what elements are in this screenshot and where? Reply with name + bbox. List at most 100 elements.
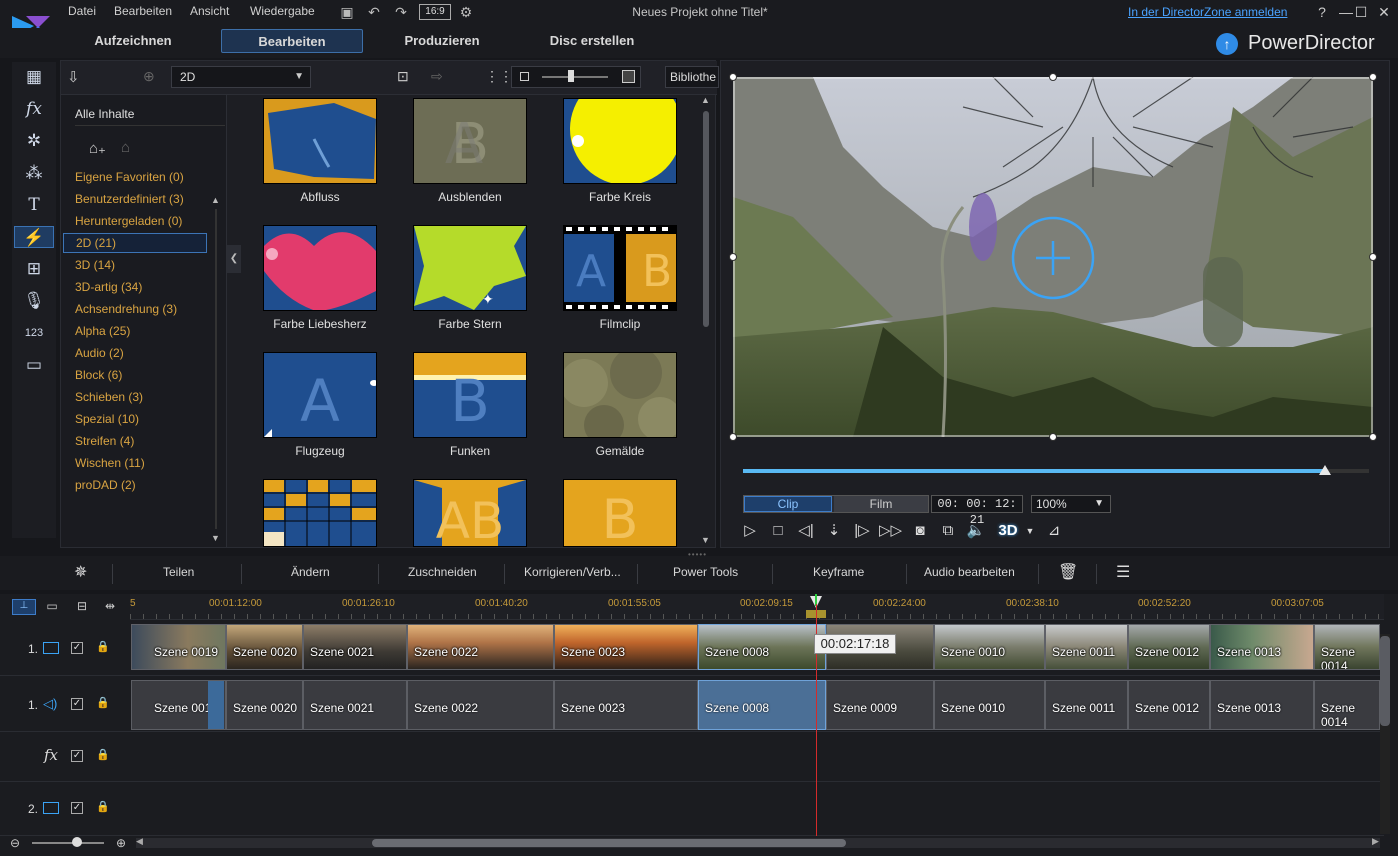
timeline-horizontal-scrollbar[interactable] bbox=[136, 838, 1380, 848]
scroll-right-icon[interactable]: ▶ bbox=[1372, 836, 1379, 847]
directorzone-login-link[interactable]: In der DirectorZone anmelden bbox=[1128, 5, 1287, 19]
track-manager-icon[interactable]: ⊟ bbox=[72, 599, 92, 615]
subtitle-room-icon[interactable]: ▭ bbox=[22, 354, 46, 376]
snapshot-camera-icon[interactable]: ◙ bbox=[909, 521, 931, 541]
tab-aufzeichnen[interactable]: Aufzeichnen bbox=[72, 29, 194, 53]
collapse-panel-button[interactable]: ❮ bbox=[227, 245, 241, 273]
audio-clip[interactable]: Szene 0011 bbox=[1045, 680, 1128, 730]
menu-wiedergabe[interactable]: Wiedergabe bbox=[250, 4, 315, 18]
audio-clip[interactable]: Szene 0012 bbox=[1128, 680, 1210, 730]
aspect-ratio-dropdown[interactable]: 16:9 bbox=[419, 4, 451, 20]
video-clip[interactable]: Szene 0012 bbox=[1128, 624, 1210, 670]
preview-video-frame[interactable] bbox=[733, 77, 1373, 437]
title-room-icon[interactable]: T bbox=[22, 194, 46, 216]
chapter-room-icon[interactable]: 123 bbox=[22, 322, 46, 344]
fit-timeline-icon[interactable]: ⇹ bbox=[100, 599, 120, 615]
resize-handle[interactable] bbox=[729, 253, 737, 261]
category-item[interactable]: Heruntergeladen (0) bbox=[75, 214, 182, 228]
audio-clip[interactable]: Szene 0010 bbox=[934, 680, 1045, 730]
fix-enhance-button[interactable]: Korrigieren/Verb... bbox=[524, 565, 621, 579]
menu-datei[interactable]: Datei bbox=[68, 4, 96, 18]
category-item[interactable]: Schieben (3) bbox=[75, 390, 143, 404]
undock-preview-icon[interactable]: ⧉ bbox=[937, 521, 959, 541]
previous-frame-icon[interactable]: ◁| bbox=[795, 521, 817, 541]
timeline-zoom-slider[interactable] bbox=[32, 842, 104, 844]
import-icon[interactable]: ⇩ bbox=[67, 68, 80, 86]
fast-forward-icon[interactable]: ▷▷ bbox=[879, 521, 902, 541]
magic-tools-icon[interactable]: ✵ bbox=[74, 562, 87, 582]
video-clip[interactable]: Szene 0020 bbox=[226, 624, 303, 670]
video-clip[interactable]: Szene 0011 bbox=[1045, 624, 1128, 670]
audio-clip-selected[interactable]: Szene 0008 bbox=[698, 680, 826, 730]
video-clip[interactable]: Szene 0023 bbox=[554, 624, 698, 670]
directorzone-globe-icon[interactable]: ⊕ bbox=[143, 68, 155, 85]
clip-mode-button[interactable]: Clip bbox=[744, 496, 832, 512]
timecode-display[interactable]: 00: 00: 12: 21 bbox=[931, 495, 1023, 527]
zoom-out-icon[interactable]: ⊖ bbox=[10, 836, 20, 850]
library-menu-button[interactable]: Bibliothe bbox=[665, 66, 719, 88]
track-enable-checkbox[interactable]: ✓ bbox=[71, 750, 83, 762]
trash-icon[interactable]: 🗑 bbox=[1058, 562, 1078, 582]
transition-thumb-row4-1[interactable] bbox=[264, 480, 376, 546]
timeline-zoom-knob[interactable] bbox=[72, 837, 82, 847]
video-clip[interactable]: Szene 0010 bbox=[934, 624, 1045, 670]
video-clip[interactable]: Szene 0019 bbox=[131, 624, 226, 670]
resize-handle[interactable] bbox=[1369, 73, 1377, 81]
transition-thumb-farbe-liebesherz[interactable] bbox=[264, 226, 376, 310]
track-enable-checkbox[interactable]: ✓ bbox=[71, 802, 83, 814]
scroll-down-icon[interactable]: ▼ bbox=[701, 535, 710, 545]
timeline-vertical-scrollbar[interactable] bbox=[1380, 634, 1390, 834]
category-item[interactable]: 3D-artig (34) bbox=[75, 280, 142, 294]
video-clip[interactable]: Szene 0014 bbox=[1314, 624, 1380, 670]
transition-thumb-row4-3[interactable]: B bbox=[564, 480, 676, 546]
audio-mixing-room-icon[interactable]: ⊞ bbox=[22, 258, 46, 280]
category-item[interactable]: Audio (2) bbox=[75, 346, 124, 360]
tab-disc-erstellen[interactable]: Disc erstellen bbox=[530, 29, 654, 53]
audio-clip[interactable]: Szene 0022 bbox=[407, 680, 554, 730]
close-button[interactable]: ✕ bbox=[1374, 4, 1394, 20]
volume-icon[interactable]: 🔈 bbox=[965, 521, 987, 541]
scroll-down-icon[interactable]: ▼ bbox=[211, 533, 220, 543]
resize-handle[interactable] bbox=[1049, 433, 1057, 441]
storyboard-view-icon[interactable]: ▭ bbox=[42, 599, 62, 615]
category-item[interactable]: Block (6) bbox=[75, 368, 122, 382]
video-clip[interactable]: Szene 0013 bbox=[1210, 624, 1314, 670]
external-display-icon[interactable]: ⊿ bbox=[1043, 521, 1065, 541]
transition-thumb-farbe-stern[interactable]: ✦ bbox=[414, 226, 526, 310]
redo-icon[interactable]: ↷ bbox=[392, 4, 410, 20]
transition-thumb-row4-2[interactable]: AB bbox=[414, 480, 526, 546]
scroll-thumb[interactable] bbox=[703, 111, 709, 327]
video-clip[interactable]: Szene 0022 bbox=[407, 624, 554, 670]
pip-room-icon[interactable]: ✲ bbox=[22, 130, 46, 152]
track-lock-icon[interactable]: 🔒 bbox=[96, 800, 110, 813]
more-features-icon[interactable]: ☰ bbox=[1116, 562, 1130, 582]
audio-clip[interactable]: Szene 0021 bbox=[303, 680, 407, 730]
modify-button[interactable]: Ändern bbox=[291, 565, 330, 579]
voice-over-icon[interactable]: 🎙 bbox=[22, 290, 46, 312]
transition-thumb-flugzeug[interactable]: A bbox=[264, 353, 376, 437]
play-icon[interactable]: ▷ bbox=[739, 521, 761, 541]
audio-clip[interactable]: Szene 0009 bbox=[826, 680, 934, 730]
scroll-up-icon[interactable]: ▲ bbox=[701, 95, 710, 105]
thumbnail-size-slider[interactable] bbox=[511, 66, 641, 88]
splitter-handle[interactable]: ••••• bbox=[688, 550, 707, 559]
category-item[interactable]: proDAD (2) bbox=[75, 478, 136, 492]
save-icon[interactable]: ▣ bbox=[338, 4, 356, 20]
track-enable-checkbox[interactable]: ✓ bbox=[71, 642, 83, 654]
add-to-timeline-icon[interactable]: ⊡ bbox=[397, 68, 409, 85]
transition-thumb-farbe-kreis[interactable] bbox=[564, 99, 676, 183]
category-item[interactable]: Benutzerdefiniert (3) bbox=[75, 192, 184, 206]
next-frame-icon[interactable]: |▷ bbox=[851, 521, 873, 541]
scroll-up-icon[interactable]: ▲ bbox=[211, 195, 220, 205]
category-item[interactable]: Wischen (11) bbox=[75, 456, 145, 470]
scroll-thumb[interactable] bbox=[1380, 636, 1390, 726]
category-scrollbar[interactable]: ▲ ▼ bbox=[211, 195, 221, 545]
trim-button[interactable]: Zuschneiden bbox=[408, 565, 477, 579]
track-enable-checkbox[interactable]: ✓ bbox=[71, 698, 83, 710]
menu-bearbeiten[interactable]: Bearbeiten bbox=[114, 4, 172, 18]
remove-tag-icon[interactable]: ⌂ bbox=[121, 139, 130, 156]
film-mode-button[interactable]: Film bbox=[834, 496, 928, 512]
maximize-button[interactable]: ☐ bbox=[1352, 4, 1370, 20]
track-lock-icon[interactable]: 🔒 bbox=[96, 640, 110, 653]
category-item-selected[interactable]: 2D (21) bbox=[63, 233, 207, 253]
